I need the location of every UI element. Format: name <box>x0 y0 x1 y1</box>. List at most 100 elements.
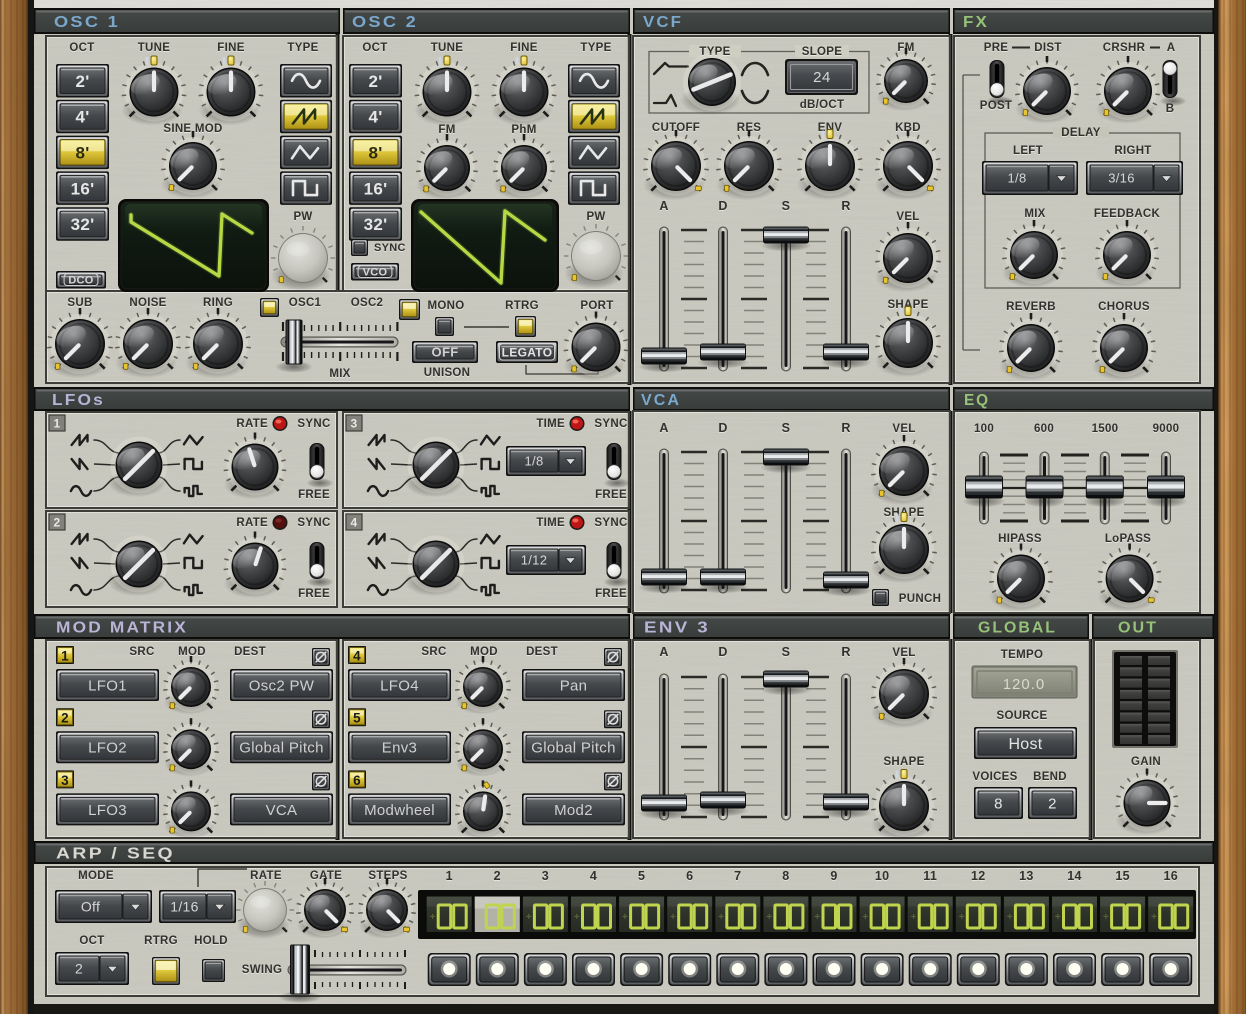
svg-text:BEND: BEND <box>1033 771 1067 783</box>
svg-text:MODE: MODE <box>78 870 114 882</box>
svg-text:RIGHT: RIGHT <box>1114 145 1151 157</box>
svg-text:+: + <box>1103 912 1109 923</box>
svg-text:+: + <box>1055 912 1061 923</box>
svg-text:1: 1 <box>446 869 453 883</box>
svg-text:DEST: DEST <box>234 646 266 658</box>
svg-text:1/8: 1/8 <box>1008 171 1027 186</box>
svg-text:FREE: FREE <box>595 489 627 501</box>
svg-text:S: S <box>782 421 791 435</box>
svg-text:TUNE: TUNE <box>431 42 464 54</box>
svg-text:14: 14 <box>1067 869 1082 883</box>
svg-text:120.0: 120.0 <box>1003 676 1046 693</box>
svg-text:DELAY: DELAY <box>1061 127 1100 139</box>
svg-text:SYNC: SYNC <box>594 517 627 529</box>
svg-text:GAIN: GAIN <box>1131 756 1161 768</box>
svg-text:2: 2 <box>54 516 61 530</box>
svg-text:VCF: VCF <box>643 14 683 31</box>
svg-text:+: + <box>814 912 820 923</box>
svg-text:OCT: OCT <box>362 42 387 54</box>
svg-text:1/8: 1/8 <box>525 454 544 469</box>
svg-text:2: 2 <box>75 961 83 977</box>
svg-text:600: 600 <box>1034 423 1054 435</box>
svg-text:SYNC: SYNC <box>594 418 627 430</box>
svg-text:HOLD: HOLD <box>194 935 228 947</box>
svg-text:+: + <box>766 912 772 923</box>
svg-text:LFOs: LFOs <box>52 392 105 409</box>
svg-text:MONO: MONO <box>428 300 465 312</box>
svg-text:CRSHR: CRSHR <box>1103 42 1146 54</box>
svg-text:VCA: VCA <box>641 392 681 409</box>
svg-text:7: 7 <box>734 869 741 883</box>
svg-text:TIME: TIME <box>536 517 565 529</box>
svg-text:16': 16' <box>71 179 95 198</box>
svg-text:11: 11 <box>923 869 937 883</box>
svg-text:9: 9 <box>830 869 837 883</box>
svg-text:5: 5 <box>638 869 645 883</box>
svg-text:2: 2 <box>61 711 69 726</box>
svg-text:FX: FX <box>963 14 989 31</box>
svg-text:1: 1 <box>54 417 61 431</box>
svg-text:12: 12 <box>971 869 986 883</box>
svg-text:4: 4 <box>351 516 358 530</box>
svg-text:Host: Host <box>1008 736 1042 753</box>
svg-text:VCA: VCA <box>266 802 298 819</box>
svg-text:+: + <box>574 912 580 923</box>
svg-text:1: 1 <box>61 649 69 664</box>
svg-text:1/16: 1/16 <box>170 899 198 915</box>
svg-text:FREE: FREE <box>298 489 330 501</box>
svg-text:VCO: VCO <box>363 267 388 279</box>
svg-text:6: 6 <box>353 773 361 788</box>
svg-text:A: A <box>659 421 668 435</box>
svg-text:DIST: DIST <box>1034 42 1061 54</box>
svg-text:FINE: FINE <box>217 42 244 54</box>
svg-text:OCT: OCT <box>79 935 104 947</box>
svg-text:Mod2: Mod2 <box>554 802 593 819</box>
svg-text:+: + <box>1007 912 1013 923</box>
svg-text:SLOPE: SLOPE <box>802 46 843 58</box>
svg-text:Pan: Pan <box>560 677 588 694</box>
svg-text:TYPE: TYPE <box>580 42 611 54</box>
svg-text:ENV 3: ENV 3 <box>644 620 710 637</box>
svg-text:OCT: OCT <box>69 42 94 54</box>
svg-text:+: + <box>1151 912 1157 923</box>
svg-text:4: 4 <box>590 869 597 883</box>
svg-text:PW: PW <box>586 211 605 223</box>
svg-text:B: B <box>1166 103 1175 115</box>
svg-text:SYNC: SYNC <box>297 418 330 430</box>
svg-text:TEMPO: TEMPO <box>1001 649 1043 661</box>
svg-text:3: 3 <box>542 869 549 883</box>
svg-text:LEFT: LEFT <box>1013 145 1043 157</box>
svg-text:OSC1: OSC1 <box>289 297 322 309</box>
svg-text:S: S <box>782 199 791 213</box>
svg-text:LFO1: LFO1 <box>88 677 127 694</box>
svg-text:8: 8 <box>782 869 789 883</box>
svg-text:SYNC: SYNC <box>374 242 406 254</box>
svg-text:Modwheel: Modwheel <box>364 802 435 819</box>
svg-text:R: R <box>841 199 850 213</box>
svg-text:OSC2: OSC2 <box>351 297 384 309</box>
svg-text:PORT: PORT <box>580 300 613 312</box>
svg-text:OSC 1: OSC 1 <box>54 14 120 31</box>
svg-text:8': 8' <box>368 144 382 163</box>
svg-text:RATE: RATE <box>236 418 268 430</box>
svg-text:EQ: EQ <box>964 392 990 409</box>
svg-text:CHORUS: CHORUS <box>1098 301 1150 313</box>
svg-text:3: 3 <box>351 417 358 431</box>
svg-text:24: 24 <box>813 69 831 86</box>
svg-text:RING: RING <box>203 297 233 309</box>
svg-text:+: + <box>718 912 724 923</box>
svg-text:ARP / SEQ: ARP / SEQ <box>56 846 175 863</box>
svg-text:2': 2' <box>75 72 89 91</box>
svg-text:Global Pitch: Global Pitch <box>239 740 323 757</box>
svg-text:SYNC: SYNC <box>297 517 330 529</box>
svg-text:3: 3 <box>61 773 69 788</box>
svg-text:+: + <box>478 912 484 923</box>
svg-text:Global Pitch: Global Pitch <box>531 740 615 757</box>
svg-text:PUNCH: PUNCH <box>899 593 941 605</box>
svg-text:+: + <box>430 912 436 923</box>
svg-text:RTRG: RTRG <box>144 935 178 947</box>
svg-text:PW: PW <box>293 211 312 223</box>
svg-text:13: 13 <box>1019 869 1034 883</box>
svg-text:10: 10 <box>875 869 890 883</box>
svg-text:+: + <box>670 912 676 923</box>
